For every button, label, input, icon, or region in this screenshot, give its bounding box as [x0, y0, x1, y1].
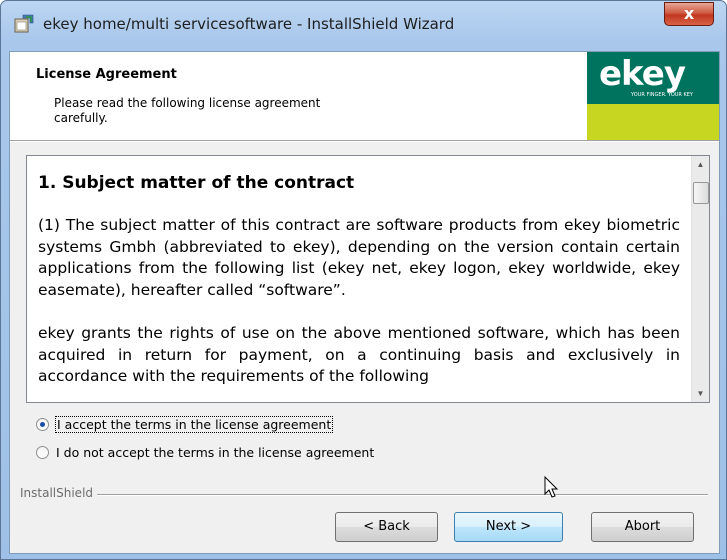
wizard-client-area: License Agreement Please read the follow…	[9, 51, 720, 554]
window-title: ekey home/multi servicesoftware - Instal…	[43, 15, 455, 33]
wizard-header: License Agreement Please read the follow…	[10, 52, 719, 140]
back-button[interactable]: < Back	[335, 512, 438, 542]
close-button[interactable]: x	[664, 2, 714, 26]
decline-label[interactable]: I do not accept the terms in the license…	[56, 445, 374, 460]
header-divider	[10, 140, 719, 142]
next-button[interactable]: Next >	[454, 512, 563, 542]
page-title: License Agreement	[36, 67, 177, 82]
page-subtitle: Please read the following license agreem…	[54, 96, 321, 125]
license-content: 1. Subject matter of the contract (1) Th…	[38, 167, 680, 401]
abort-button[interactable]: Abort	[591, 512, 694, 542]
logo-band: ekey YOUR FINGER. YOUR KEY	[587, 52, 719, 104]
installshield-divider	[20, 494, 708, 496]
accept-label[interactable]: I accept the terms in the license agreem…	[54, 416, 334, 433]
license-heading: 1. Subject matter of the contract	[38, 173, 355, 193]
scroll-up-icon[interactable]: ▲	[692, 156, 709, 173]
logo-slogan: YOUR FINGER. YOUR KEY	[631, 92, 693, 98]
license-paragraph-1: (1) The subject matter of this contract …	[38, 216, 680, 299]
license-text-box[interactable]: 1. Subject matter of the contract (1) Th…	[26, 155, 710, 403]
decline-radio[interactable]	[36, 446, 49, 459]
license-paragraph-2: ekey grants the rights of use on the abo…	[38, 324, 680, 385]
license-scrollbar[interactable]: ▲ ▼	[691, 156, 709, 402]
title-bar[interactable]: ekey home/multi servicesoftware - Instal…	[1, 1, 726, 51]
installshield-label: InstallShield	[20, 486, 98, 500]
accept-radio[interactable]	[36, 418, 49, 431]
logo-wordmark: ekey	[599, 54, 686, 94]
mouse-pointer-icon	[544, 476, 559, 498]
ekey-logo: ekey YOUR FINGER. YOUR KEY	[587, 52, 719, 140]
scroll-thumb[interactable]	[693, 182, 709, 204]
scroll-down-icon[interactable]: ▼	[692, 385, 709, 402]
installer-app-icon	[14, 14, 34, 33]
installer-window: ekey home/multi servicesoftware - Instal…	[0, 0, 727, 560]
close-icon: x	[683, 4, 695, 23]
